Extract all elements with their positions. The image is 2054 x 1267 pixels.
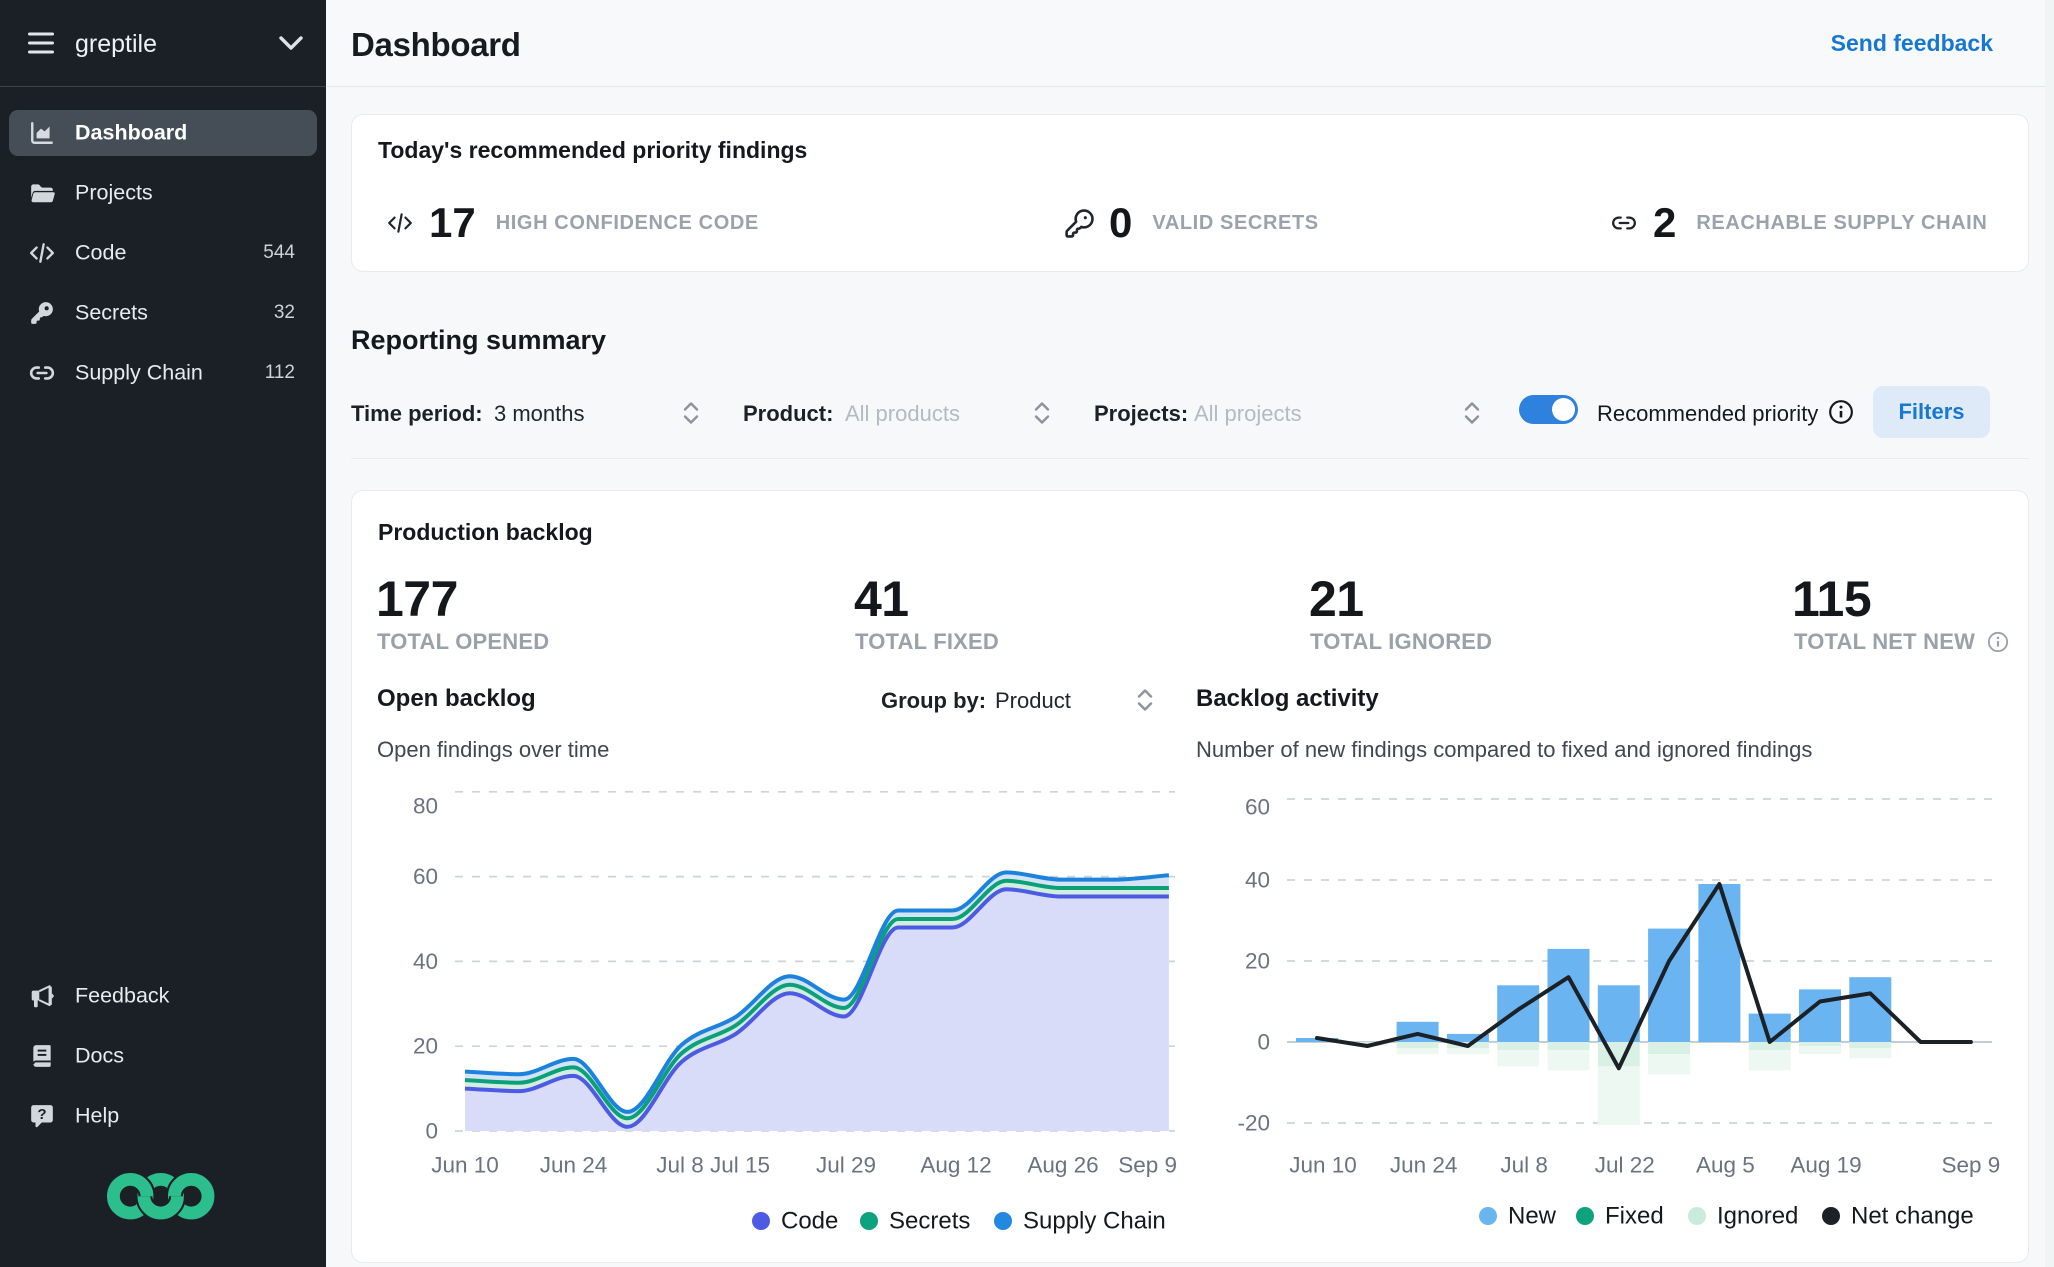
svg-text:?: ? <box>37 1106 46 1123</box>
